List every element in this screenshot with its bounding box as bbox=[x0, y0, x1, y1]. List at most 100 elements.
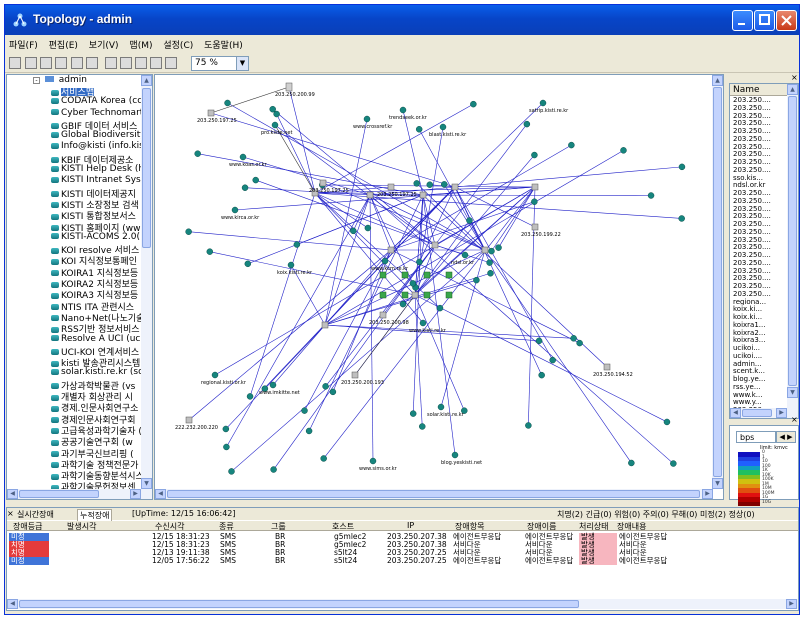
router-icon[interactable] bbox=[351, 371, 359, 379]
tree-item[interactable]: solar.kisti.re.kr (so bbox=[51, 367, 143, 378]
tree-item[interactable]: KISTI 데이터제공지 bbox=[51, 187, 143, 198]
host-node-icon[interactable] bbox=[470, 100, 477, 108]
close-name-panel-icon[interactable]: × bbox=[791, 73, 798, 82]
host-node-icon[interactable] bbox=[329, 388, 337, 396]
switch-icon[interactable] bbox=[423, 291, 431, 299]
switch-icon[interactable] bbox=[445, 291, 453, 299]
grid-tool-icon[interactable] bbox=[40, 57, 52, 69]
name-row[interactable]: 203.250.... bbox=[730, 127, 788, 135]
col-status[interactable]: 처리상태 bbox=[579, 521, 608, 532]
name-row[interactable]: 203.250.... bbox=[730, 243, 788, 251]
host-node-icon[interactable] bbox=[273, 110, 280, 118]
router-icon[interactable] bbox=[531, 183, 539, 191]
host-node-icon[interactable] bbox=[305, 427, 313, 435]
host-node-icon[interactable] bbox=[486, 259, 493, 266]
scroll-up-icon[interactable]: ▲ bbox=[712, 75, 723, 86]
refresh-tool-icon[interactable] bbox=[9, 57, 21, 69]
name-row[interactable]: 203.250.... bbox=[730, 274, 788, 282]
col-occur-time[interactable]: 발생시각 bbox=[67, 521, 96, 532]
col-ip[interactable]: IP bbox=[407, 521, 414, 530]
host-node-icon[interactable] bbox=[663, 418, 671, 426]
maximize-button[interactable] bbox=[754, 10, 775, 31]
name-row[interactable]: sso.kis... bbox=[730, 174, 788, 182]
close-button[interactable] bbox=[776, 10, 797, 31]
col-kind[interactable]: 종류 bbox=[219, 521, 234, 532]
alarm-row[interactable]: 미정 12/05 17:56:22 SMS BR s5lt24 203.250.207.2… bbox=[7, 557, 798, 565]
host-node-icon[interactable] bbox=[322, 383, 329, 390]
tree-item[interactable]: KOI resolve 서비스 bbox=[51, 243, 143, 254]
name-row[interactable]: 203.250.... bbox=[730, 104, 788, 112]
name-row[interactable]: 203.250.... bbox=[730, 158, 788, 166]
router-icon[interactable] bbox=[321, 321, 329, 329]
scroll-right-icon[interactable]: ▶ bbox=[130, 489, 141, 499]
switch-icon[interactable] bbox=[445, 271, 453, 279]
name-row[interactable]: koix.ki... bbox=[730, 313, 788, 321]
host-node-icon[interactable] bbox=[440, 181, 448, 188]
name-vertical-scrollbar[interactable]: ▲ ▼ bbox=[787, 84, 798, 408]
host-node-icon[interactable] bbox=[647, 192, 655, 199]
name-row[interactable]: rss.ye... bbox=[730, 383, 788, 391]
name-row[interactable]: ucikoi... bbox=[730, 344, 788, 352]
scroll-thumb[interactable] bbox=[713, 87, 722, 477]
name-row[interactable]: 203.250.... bbox=[730, 189, 788, 197]
group-tool-icon[interactable] bbox=[86, 57, 98, 69]
host-node-icon[interactable] bbox=[269, 381, 277, 389]
tree-item[interactable]: KOIRA2 지식정보등 bbox=[51, 277, 143, 288]
tree-item[interactable]: Nano+Net(나노기술 bbox=[51, 311, 143, 322]
tree-item[interactable]: RSS기반 정보서비스 bbox=[51, 322, 143, 334]
host-node-icon[interactable] bbox=[461, 251, 469, 259]
tree-item[interactable]: kisti 발송관리시스템 bbox=[51, 356, 143, 367]
host-node-icon[interactable] bbox=[270, 466, 277, 473]
name-row[interactable]: 203.250.... bbox=[730, 96, 788, 104]
tree-horizontal-scrollbar[interactable]: ◀ ▶ bbox=[7, 489, 152, 499]
router-icon[interactable] bbox=[319, 179, 327, 187]
name-horizontal-scrollbar[interactable]: ◀ ▶ bbox=[730, 408, 798, 418]
tree-item[interactable]: KOIRA3 지식정보등 bbox=[51, 288, 143, 300]
zoom-select[interactable]: 75 % ▼ bbox=[191, 56, 249, 71]
host-node-icon[interactable] bbox=[206, 248, 214, 255]
scroll-thumb[interactable] bbox=[142, 88, 151, 248]
host-node-icon[interactable] bbox=[523, 120, 531, 128]
tree-item[interactable]: KISTI 홈페이지 (ww bbox=[51, 221, 143, 232]
tree-item[interactable]: Resolve A UCI (uc bbox=[51, 334, 143, 345]
scroll-thumb[interactable] bbox=[19, 600, 579, 608]
menu-help[interactable]: 도움말(H) bbox=[200, 36, 247, 51]
name-row[interactable]: ucikoi.... bbox=[730, 352, 788, 360]
collapse-icon[interactable]: - bbox=[33, 77, 40, 84]
name-row[interactable]: ndsl.or.kr bbox=[730, 181, 788, 189]
col-host[interactable]: 호스트 bbox=[332, 521, 354, 532]
host-node-icon[interactable] bbox=[287, 261, 295, 269]
name-row[interactable]: 203.250.... bbox=[730, 228, 788, 236]
host-node-icon[interactable] bbox=[185, 228, 192, 235]
close-alarm-icon[interactable]: × bbox=[7, 509, 14, 518]
router-icon[interactable] bbox=[481, 246, 489, 254]
col-recv-time[interactable]: 수신시각 bbox=[155, 521, 184, 532]
tree-item[interactable]: 경제.인문사회연구소 bbox=[51, 401, 143, 413]
name-row[interactable]: 203.250.... bbox=[730, 112, 788, 120]
tree-item[interactable]: 서비스맵 bbox=[51, 85, 143, 97]
name-row[interactable]: 203.250.... bbox=[730, 220, 788, 228]
name-row[interactable]: 203.250.... bbox=[730, 135, 788, 143]
alarm-horizontal-scrollbar[interactable]: ◀ ▶ bbox=[7, 599, 798, 609]
host-node-icon[interactable] bbox=[628, 459, 635, 467]
router-icon[interactable] bbox=[387, 183, 395, 191]
scroll-left-icon[interactable]: ◀ bbox=[730, 408, 741, 418]
host-node-icon[interactable] bbox=[194, 150, 201, 157]
host-node-icon[interactable] bbox=[419, 319, 427, 327]
name-row[interactable]: 203.250.... bbox=[730, 236, 788, 244]
scroll-right-icon[interactable]: ▶ bbox=[786, 599, 797, 609]
map-vertical-scrollbar[interactable]: ▲ ▼ bbox=[712, 75, 723, 489]
tree-item[interactable]: 고급육성과학기술자 ( bbox=[51, 424, 143, 435]
host-node-icon[interactable] bbox=[473, 276, 480, 284]
switch-icon[interactable] bbox=[401, 271, 409, 279]
zoom-out-tool-icon[interactable] bbox=[165, 57, 177, 69]
host-node-icon[interactable] bbox=[426, 181, 434, 188]
scroll-right-icon[interactable]: ▶ bbox=[776, 408, 787, 418]
host-node-icon[interactable] bbox=[381, 257, 389, 265]
host-node-icon[interactable] bbox=[244, 260, 252, 268]
name-row[interactable]: 203.250.... bbox=[730, 267, 788, 275]
host-node-icon[interactable] bbox=[222, 425, 230, 433]
tree-item[interactable]: 가상과학박물관 (vs bbox=[51, 379, 143, 390]
name-row[interactable]: www.k... bbox=[730, 391, 788, 399]
host-node-icon[interactable] bbox=[549, 356, 556, 364]
